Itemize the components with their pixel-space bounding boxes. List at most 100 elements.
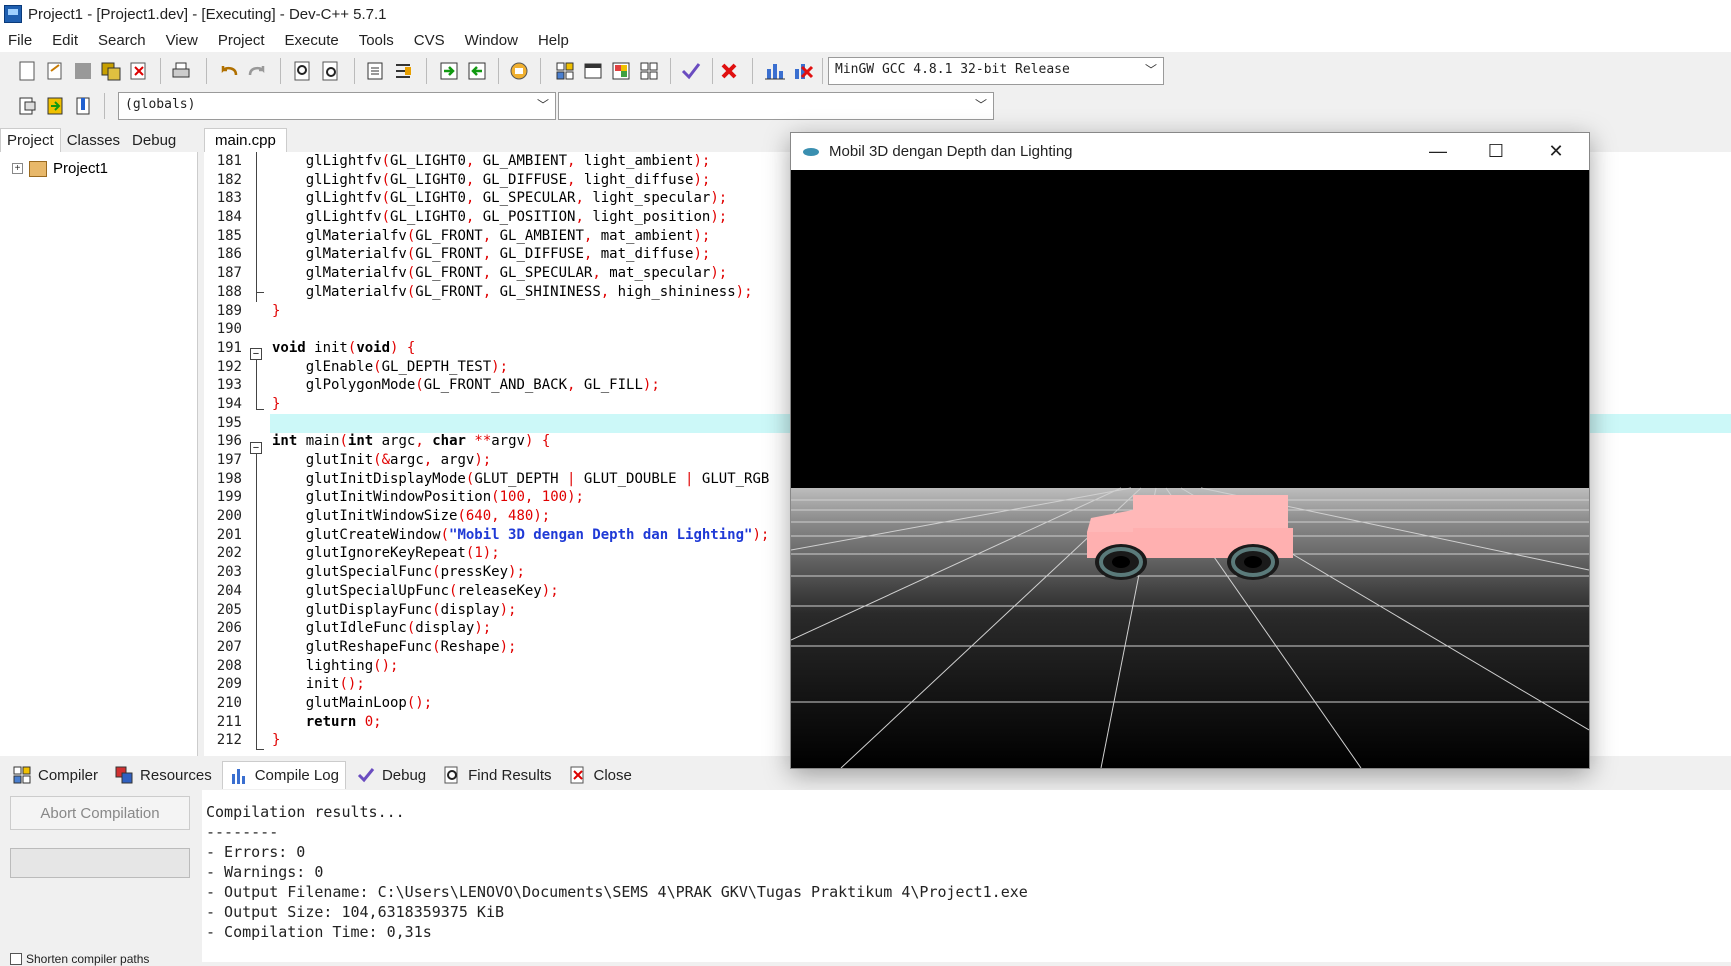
opengl-window-titlebar[interactable]: Mobil 3D dengan Depth dan Lighting — ☐ ✕ bbox=[791, 133, 1589, 170]
indent-icon[interactable] bbox=[362, 58, 388, 84]
open-file-icon[interactable] bbox=[42, 58, 68, 84]
code-line[interactable]: } bbox=[272, 302, 769, 321]
syntax-check-icon[interactable] bbox=[678, 58, 704, 84]
tab-resources[interactable]: Resources bbox=[108, 761, 218, 789]
menu-file[interactable]: File bbox=[8, 32, 32, 49]
menu-project[interactable]: Project bbox=[218, 32, 265, 49]
replace-icon[interactable] bbox=[318, 58, 344, 84]
menu-window[interactable]: Window bbox=[465, 32, 518, 49]
checkbox-box[interactable] bbox=[10, 953, 22, 965]
save-all-icon[interactable] bbox=[98, 58, 124, 84]
code-line[interactable]: glutIgnoreKeyRepeat(1); bbox=[272, 544, 769, 563]
save-icon[interactable] bbox=[70, 58, 96, 84]
code-line[interactable]: glutMainLoop(); bbox=[272, 694, 769, 713]
log-line: - Compilation Time: 0,31s bbox=[206, 923, 432, 941]
close-file-icon[interactable] bbox=[126, 58, 152, 84]
code-line[interactable]: } bbox=[272, 731, 769, 750]
tab-compiler[interactable]: Compiler bbox=[6, 761, 104, 789]
expand-icon[interactable]: + bbox=[12, 163, 23, 174]
tab-close[interactable]: Close bbox=[562, 761, 638, 789]
code-line[interactable]: glutReshapeFunc(Reshape); bbox=[272, 638, 769, 657]
code-line[interactable]: glLightfv(GL_LIGHT0, GL_AMBIENT, light_a… bbox=[272, 152, 769, 171]
undo-icon[interactable] bbox=[216, 58, 242, 84]
minimize-icon[interactable]: — bbox=[1409, 133, 1467, 170]
code-line[interactable]: glPolygonMode(GL_FRONT_AND_BACK, GL_FILL… bbox=[272, 376, 769, 395]
code-line[interactable]: glMaterialfv(GL_FRONT, GL_AMBIENT, mat_a… bbox=[272, 227, 769, 246]
print-icon[interactable] bbox=[168, 58, 194, 84]
close-icon[interactable]: ✕ bbox=[1527, 133, 1585, 170]
add-to-project-icon[interactable] bbox=[436, 58, 462, 84]
insert-code-icon[interactable] bbox=[14, 93, 40, 119]
log-line: - Output Filename: C:\Users\LENOVO\Docum… bbox=[206, 883, 1028, 901]
menu-cvs[interactable]: CVS bbox=[414, 32, 445, 49]
remove-from-project-icon[interactable] bbox=[464, 58, 490, 84]
symbol-select[interactable]: ﹀ bbox=[558, 92, 994, 120]
find-icon[interactable] bbox=[290, 58, 316, 84]
code-line[interactable]: glutInit(&argc, argv); bbox=[272, 451, 769, 470]
code-line[interactable]: glEnable(GL_DEPTH_TEST); bbox=[272, 358, 769, 377]
maximize-icon[interactable]: ☐ bbox=[1467, 133, 1525, 170]
compiler-select[interactable]: MinGW GCC 4.8.1 32-bit Release ﹀ bbox=[828, 57, 1164, 85]
tab-main-cpp[interactable]: main.cpp bbox=[204, 128, 287, 152]
menu-view[interactable]: View bbox=[166, 32, 198, 49]
code-line[interactable]: init(); bbox=[272, 675, 769, 694]
code-line[interactable]: lighting(); bbox=[272, 657, 769, 676]
tab-classes[interactable]: Classes bbox=[61, 128, 126, 152]
menu-search[interactable]: Search bbox=[98, 32, 146, 49]
toggle-bookmark-icon[interactable] bbox=[70, 93, 96, 119]
compile-log-output[interactable]: Compilation results... -------- - Errors: … bbox=[202, 790, 1731, 962]
code-line[interactable]: glMaterialfv(GL_FRONT, GL_DIFFUSE, mat_d… bbox=[272, 245, 769, 264]
code-line[interactable]: glMaterialfv(GL_FRONT, GL_SPECULAR, mat_… bbox=[272, 264, 769, 283]
abort-compilation-button[interactable]: Abort Compilation bbox=[10, 796, 190, 830]
code-line[interactable]: glutInitDisplayMode(GLUT_DEPTH | GLUT_DO… bbox=[272, 470, 770, 489]
tab-compile-log[interactable]: Compile Log bbox=[221, 761, 346, 789]
code-line[interactable]: glLightfv(GL_LIGHT0, GL_DIFFUSE, light_d… bbox=[272, 171, 769, 190]
profile-icon[interactable] bbox=[762, 58, 788, 84]
code-line[interactable] bbox=[272, 320, 769, 339]
shorten-paths-checkbox[interactable]: Shorten compiler paths bbox=[10, 952, 149, 966]
code-line[interactable]: glutIdleFunc(display); bbox=[272, 619, 769, 638]
code-line[interactable]: void init(void) { bbox=[272, 339, 769, 358]
opengl-render-canvas[interactable] bbox=[790, 170, 1590, 769]
tab-find-results[interactable]: Find Results bbox=[436, 761, 557, 789]
code-line[interactable]: glutInitWindowSize(640, 480); bbox=[272, 507, 769, 526]
new-file-icon[interactable] bbox=[14, 58, 40, 84]
fold-main-icon[interactable]: − bbox=[250, 442, 262, 454]
code-line[interactable]: return 0; bbox=[272, 713, 769, 732]
code-line[interactable]: glutSpecialFunc(pressKey); bbox=[272, 563, 769, 582]
code-line[interactable]: glMaterialfv(GL_FRONT, GL_SHININESS, hig… bbox=[272, 283, 769, 302]
menu-tools[interactable]: Tools bbox=[359, 32, 394, 49]
code-line[interactable] bbox=[272, 414, 769, 433]
code-line[interactable]: glutDisplayFunc(display); bbox=[272, 601, 769, 620]
tab-debug[interactable]: Debug bbox=[126, 128, 182, 152]
goto-declaration-icon[interactable] bbox=[42, 93, 68, 119]
scope-select[interactable]: (globals) ﹀ bbox=[118, 92, 556, 120]
code-line[interactable]: glutSpecialUpFunc(releaseKey); bbox=[272, 582, 769, 601]
project-options-icon[interactable] bbox=[506, 58, 532, 84]
rebuild-all-icon[interactable] bbox=[636, 58, 662, 84]
redo-icon[interactable] bbox=[244, 58, 270, 84]
stop-execution-icon[interactable] bbox=[716, 58, 742, 84]
code-line[interactable]: } bbox=[272, 395, 769, 414]
line-number: 190 bbox=[216, 321, 242, 338]
compile-run-icon[interactable] bbox=[608, 58, 634, 84]
code-line[interactable]: glutInitWindowPosition(100, 100); bbox=[272, 488, 769, 507]
run-icon[interactable] bbox=[580, 58, 606, 84]
menu-edit[interactable]: Edit bbox=[52, 32, 78, 49]
line-number: 181 bbox=[216, 153, 242, 169]
menu-help[interactable]: Help bbox=[538, 32, 569, 49]
code-text[interactable]: glLightfv(GL_LIGHT0, GL_AMBIENT, light_a… bbox=[272, 152, 769, 750]
project-tree-item[interactable]: + Project1 bbox=[12, 160, 108, 177]
menu-execute[interactable]: Execute bbox=[285, 32, 339, 49]
code-line[interactable]: glutCreateWindow("Mobil 3D dengan Depth … bbox=[272, 526, 770, 545]
opengl-window[interactable]: Mobil 3D dengan Depth dan Lighting — ☐ ✕ bbox=[790, 132, 1590, 769]
code-line[interactable]: glLightfv(GL_LIGHT0, GL_SPECULAR, light_… bbox=[272, 189, 769, 208]
fold-init-icon[interactable]: − bbox=[250, 348, 262, 360]
delete-profile-icon[interactable] bbox=[790, 58, 816, 84]
tab-debug-output[interactable]: Debug bbox=[350, 761, 432, 789]
tab-project[interactable]: Project bbox=[0, 128, 61, 152]
compile-icon[interactable] bbox=[552, 58, 578, 84]
unindent-icon[interactable] bbox=[390, 58, 416, 84]
code-line[interactable]: int main(int argc, char **argv) { bbox=[272, 432, 769, 451]
code-line[interactable]: glLightfv(GL_LIGHT0, GL_POSITION, light_… bbox=[272, 208, 769, 227]
